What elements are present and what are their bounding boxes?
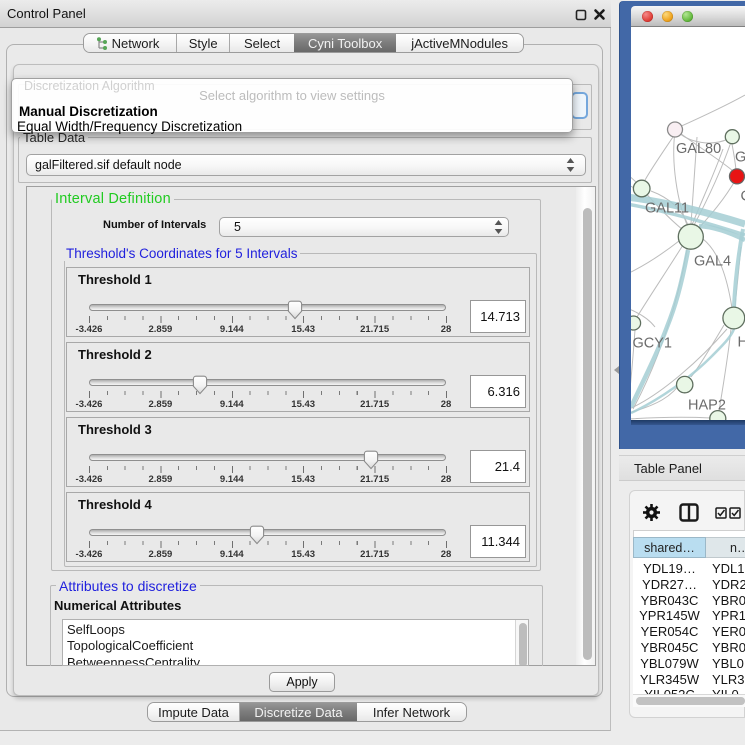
svg-text:GCY1: GCY1 (633, 336, 673, 352)
svg-text:H: H (738, 335, 745, 351)
svg-text:GAL11: GAL11 (645, 201, 689, 217)
svg-text:G.: G. (735, 150, 745, 166)
svg-text:GAL80: GAL80 (676, 141, 721, 157)
svg-text:HAP2: HAP2 (688, 398, 726, 414)
svg-text:C: C (741, 189, 745, 205)
svg-text:GAL4: GAL4 (694, 254, 731, 270)
